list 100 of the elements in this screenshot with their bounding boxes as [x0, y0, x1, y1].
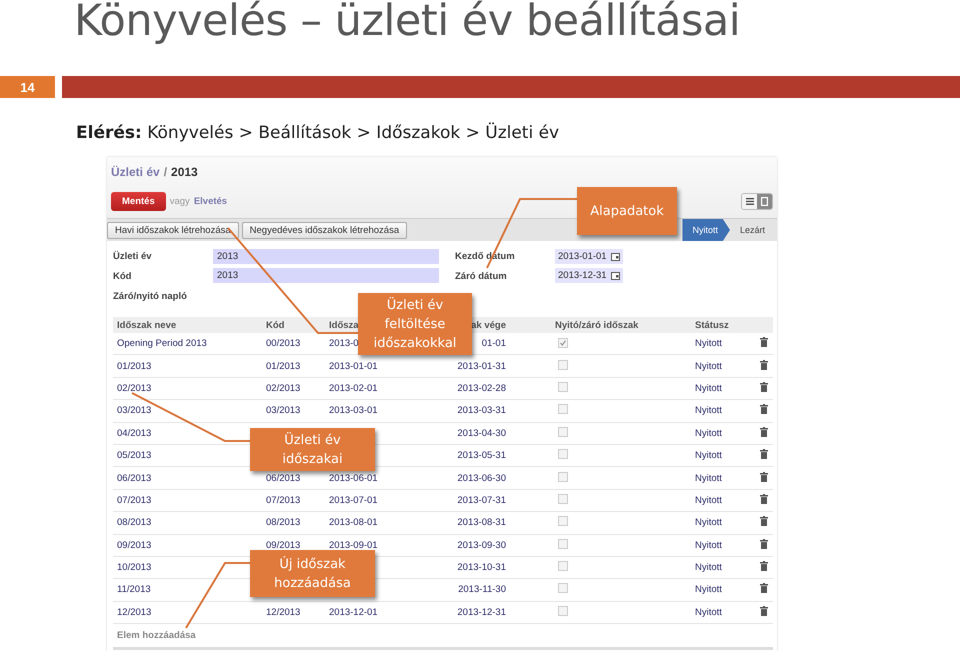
- table-cell: 07/2013: [266, 494, 300, 506]
- check-icon: [560, 340, 566, 346]
- table-cell: 2013-09-30: [457, 540, 506, 551]
- trash-icon[interactable]: [760, 449, 768, 460]
- period-link[interactable]: 07/2013: [117, 494, 152, 506]
- status-link[interactable]: Nyitott: [695, 540, 722, 551]
- action-button[interactable]: Negyedéves időszakok létrehozása: [242, 222, 408, 238]
- period-link[interactable]: 12/2013: [117, 606, 152, 618]
- column-header: Időszak neve: [117, 320, 176, 330]
- trash-icon[interactable]: [760, 404, 768, 414]
- add-item-link[interactable]: Elem hozzáadása: [113, 624, 773, 642]
- checkbox[interactable]: [558, 516, 568, 526]
- callout-box: Alapadatok: [577, 187, 677, 235]
- period-link[interactable]: 11/2013: [117, 584, 151, 596]
- period-link[interactable]: 04/2013: [117, 428, 152, 439]
- trash-icon[interactable]: [760, 360, 768, 370]
- field-label: Kód: [113, 270, 132, 284]
- table-cell: 01/2013: [266, 360, 300, 372]
- input-field[interactable]: 2013: [213, 249, 439, 264]
- period-link[interactable]: Opening Period 2013: [117, 338, 207, 350]
- table-cell: 2013-12-31: [457, 606, 506, 618]
- checkbox[interactable]: [558, 426, 568, 437]
- period-link[interactable]: 01/2013: [117, 360, 152, 372]
- trash-icon[interactable]: [760, 516, 768, 526]
- status-link[interactable]: Nyitott: [695, 517, 722, 528]
- checkbox[interactable]: [558, 561, 568, 572]
- period-link[interactable]: 03/2013: [117, 405, 152, 416]
- checkbox[interactable]: [558, 338, 568, 348]
- status-link[interactable]: Nyitott: [695, 428, 722, 439]
- checkbox[interactable]: [558, 494, 568, 504]
- table-cell: 03/2013: [266, 405, 300, 416]
- table-cell: 09/2013: [266, 540, 300, 551]
- field-label: Záró/nyitó napló: [113, 290, 188, 304]
- status-link[interactable]: Nyitott: [695, 606, 722, 618]
- status-link[interactable]: Nyitott: [695, 562, 722, 574]
- field-label: Üzleti év: [113, 250, 153, 264]
- trash-icon[interactable]: [760, 472, 768, 482]
- input-field[interactable]: 2013: [213, 268, 439, 283]
- trash-icon[interactable]: [760, 426, 768, 437]
- save-button[interactable]: Mentés: [111, 192, 166, 211]
- checkbox[interactable]: [558, 449, 568, 460]
- list-view-button[interactable]: [742, 194, 757, 209]
- checkbox[interactable]: [558, 404, 568, 414]
- table-cell: 06/2013: [266, 472, 300, 484]
- field-label: Záró dátum: [455, 270, 508, 284]
- checkbox[interactable]: [558, 382, 568, 392]
- callout-box: Üzleti év időszakai: [250, 428, 375, 471]
- trash-icon[interactable]: [760, 382, 768, 392]
- table-cell: 2013-01-01: [329, 360, 378, 372]
- table-cell: 2013-02-01: [329, 382, 378, 394]
- column-header: Státusz: [695, 320, 729, 330]
- period-link[interactable]: 02/2013: [117, 382, 152, 394]
- column-header: Idősza: [329, 320, 359, 330]
- table-cell: 2013-08-01: [329, 517, 378, 528]
- period-link[interactable]: 10/2013: [117, 562, 152, 574]
- status-link[interactable]: Nyitott: [695, 405, 722, 416]
- checkbox[interactable]: [558, 472, 568, 482]
- period-link[interactable]: 05/2013: [117, 450, 152, 462]
- status-step[interactable]: Nyitott: [682, 219, 730, 241]
- trash-icon[interactable]: [760, 583, 768, 594]
- table-cell: 2013-04-30: [457, 428, 506, 439]
- calendar-icon[interactable]: [611, 272, 620, 280]
- trash-icon[interactable]: [760, 538, 768, 549]
- table-cell: 2013-07-01: [329, 494, 378, 506]
- period-link[interactable]: 06/2013: [117, 472, 152, 484]
- table-cell: 2013-0: [329, 338, 359, 350]
- status-link[interactable]: Nyitott: [695, 382, 722, 394]
- breadcrumb-separator: /: [164, 165, 168, 179]
- column-header: Nyitó/záró időszak: [555, 320, 638, 330]
- status-link[interactable]: Nyitott: [695, 450, 722, 462]
- status-step[interactable]: Lezárt: [730, 219, 777, 241]
- trash-icon[interactable]: [760, 561, 768, 572]
- date-field[interactable]: 2013-12-31: [555, 268, 623, 283]
- checkbox[interactable]: [558, 583, 568, 594]
- breadcrumb-link[interactable]: Üzleti év: [111, 165, 160, 179]
- checkbox[interactable]: [558, 538, 568, 549]
- period-link[interactable]: 08/2013: [117, 517, 152, 528]
- trash-icon[interactable]: [760, 606, 768, 616]
- leader-line: [185, 562, 250, 629]
- discard-link[interactable]: Elvetés: [194, 196, 228, 207]
- status-link[interactable]: Nyitott: [695, 360, 722, 372]
- trash-icon[interactable]: [760, 337, 768, 348]
- table-cell: 2013-06-01: [329, 472, 378, 484]
- status-link[interactable]: Nyitott: [695, 584, 722, 596]
- checkbox[interactable]: [558, 606, 568, 616]
- table-cell: 2013-06-30: [457, 472, 506, 484]
- status-link[interactable]: Nyitott: [695, 472, 722, 484]
- table-cell: 08/2013: [266, 517, 300, 528]
- status-link[interactable]: Nyitott: [695, 338, 722, 350]
- column-header: Kód: [266, 320, 284, 330]
- trash-icon[interactable]: [760, 494, 768, 504]
- date-field[interactable]: 2013-01-01: [555, 249, 623, 264]
- period-link[interactable]: 09/2013: [117, 540, 152, 551]
- calendar-icon[interactable]: [611, 252, 620, 260]
- column-header: ak vége: [471, 320, 506, 330]
- slide-title: Könyvelés – üzleti év beállításai: [74, 0, 742, 48]
- table-cell: 2013-11-30: [458, 584, 506, 596]
- table-cell: 12/2013: [266, 606, 300, 618]
- checkbox[interactable]: [558, 360, 568, 370]
- status-link[interactable]: Nyitott: [695, 494, 722, 506]
